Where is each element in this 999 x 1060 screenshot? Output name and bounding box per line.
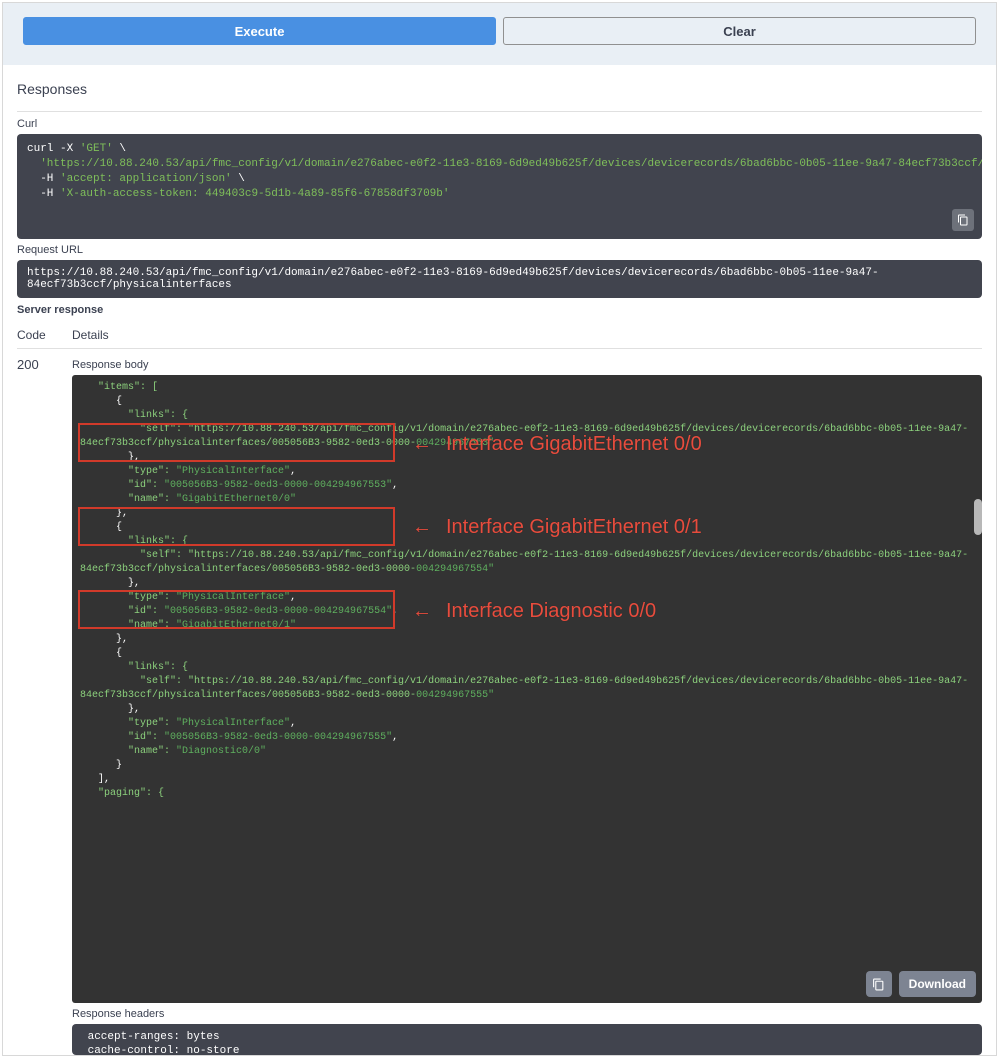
json-value: "005056B3-9582-0ed3-0000-004294967555" [164,732,392,743]
execute-button[interactable]: Execute [23,17,496,45]
action-button-row: Execute Clear [3,3,996,65]
scrollbar-thumb[interactable] [974,499,982,535]
response-headers-box: accept-ranges: bytes cache-control: no-s… [72,1024,982,1055]
json-text: 004294967555" [416,690,494,701]
copy-curl-icon[interactable] [952,209,974,231]
json-text: { [80,396,122,407]
json-text: { [80,648,122,659]
json-value: "Diagnostic0/0" [176,746,266,757]
json-text: "links": { [80,662,188,673]
json-text: }, [80,634,128,645]
response-details: Response body "items": [ { "links": { "s… [72,355,982,1055]
json-key: "id": [80,480,164,491]
header-line: accept-ranges: bytes [81,1031,220,1043]
curl-label: Curl [17,118,982,130]
copy-response-icon[interactable] [866,971,892,997]
json-key: "id": [80,732,164,743]
json-key: "name": [80,620,176,631]
json-text: "links": { [80,410,188,421]
json-text: "items": [ [80,382,158,393]
json-value: "005056B3-9582-0ed3-0000-004294967554" [164,606,392,617]
curl-header-token: 'X-auth-access-token: 449403c9-5d1b-4a89… [60,188,449,200]
response-headers-label: Response headers [72,1008,982,1020]
json-value: "PhysicalInterface" [176,718,290,729]
arrow-left-icon: ← [412,597,432,625]
arrow-left-icon: ← [412,513,432,541]
response-table-header: Code Details [17,320,982,349]
curl-text: -H [27,188,60,200]
json-key: "name": [80,746,176,757]
json-text: "self": "https://10.88.240.53/api/fmc_co… [80,424,968,449]
curl-command-box: curl -X 'GET' \ 'https://10.88.240.53/ap… [17,134,982,239]
annotation-text: Interface GigabitEthernet 0/1 [446,513,702,541]
clear-button[interactable]: Clear [503,17,976,45]
annotation-text: Interface Diagnostic 0/0 [446,597,656,625]
json-text: 004294967553" [416,438,494,449]
json-value: "PhysicalInterface" [176,466,290,477]
download-button[interactable]: Download [899,971,976,997]
json-text: }, [80,452,140,463]
json-value: "PhysicalInterface" [176,592,290,603]
json-value: "005056B3-9582-0ed3-0000-004294967553" [164,480,392,491]
server-response-label: Server response [17,304,982,316]
status-code: 200 [17,355,72,372]
response-body-label: Response body [72,359,982,371]
json-text: "paging": { [80,788,164,799]
responses-heading: Responses [17,65,982,112]
json-text: 004294967554" [416,564,494,575]
curl-text: \ [232,173,245,185]
response-body-box[interactable]: "items": [ { "links": { "self": "https:/… [72,375,982,1003]
json-key: "type": [80,592,176,603]
curl-text: -H [27,173,60,185]
json-text: } [80,760,122,771]
json-value: "GigabitEthernet0/0" [176,494,296,505]
curl-method: 'GET' [80,143,113,155]
json-key: "type": [80,466,176,477]
curl-url: 'https://10.88.240.53/api/fmc_config/v1/… [27,158,982,170]
json-key: "name": [80,494,176,505]
curl-text: \ [113,143,126,155]
request-url-box: https://10.88.240.53/api/fmc_config/v1/d… [17,260,982,298]
code-column-header: Code [17,328,72,342]
json-text: "self": "https://10.88.240.53/api/fmc_co… [80,550,968,575]
json-text: "self": "https://10.88.240.53/api/fmc_co… [80,676,968,701]
json-key: "type": [80,718,176,729]
annotation: ← Interface Diagnostic 0/0 [412,597,656,625]
curl-text: curl -X [27,143,80,155]
curl-header-accept: 'accept: application/json' [60,173,232,185]
json-text: }, [80,578,140,589]
json-text: "links": { [80,536,188,547]
json-text: ], [80,774,110,785]
details-column-header: Details [72,328,109,342]
json-key: "id": [80,606,164,617]
header-line: cache-control: no-store [81,1045,239,1055]
json-text: }, [80,508,128,519]
request-url-label: Request URL [17,244,982,256]
json-value: "GigabitEthernet0/1" [176,620,296,631]
response-row: 200 Response body "items": [ { "links": … [17,355,982,1055]
json-text: }, [80,704,140,715]
json-text: { [80,522,122,533]
annotation: ← Interface GigabitEthernet 0/1 [412,513,702,541]
